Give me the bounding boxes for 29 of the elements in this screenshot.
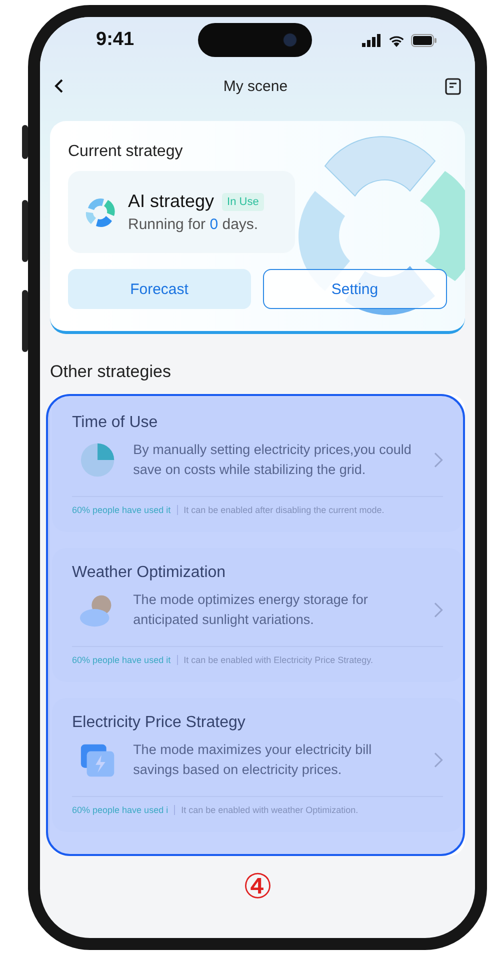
strategy-description: The mode maximizes your electricity bill savings based on electricity prices.	[133, 741, 373, 779]
strategy-name: AI strategy	[128, 191, 214, 212]
signal-icon	[362, 34, 382, 46]
strategy-description: By manually setting electricity prices,you could save on costs while stabilizing the grid.	[133, 441, 412, 479]
chevron-right-icon[interactable]	[434, 602, 443, 618]
wifi-icon	[388, 34, 405, 46]
chevron-right-icon[interactable]	[434, 752, 443, 768]
running-days-text: Running for 0 days.	[128, 216, 260, 233]
strategy-description: The mode optimizes energy storage for anticipated sunlight variations.	[133, 591, 369, 629]
usage-text: 60% people have used it	[72, 505, 171, 515]
usage-text: 60% people have used i	[72, 805, 168, 815]
section-title: Current strategy	[68, 143, 183, 161]
in-use-badge: In Use	[222, 192, 264, 210]
strategy-title: Electricity Price Strategy	[72, 714, 246, 732]
page-title: My scene	[223, 78, 288, 94]
strategy-button[interactable]: Forecast	[68, 269, 250, 309]
annotation-number: ④	[242, 868, 272, 906]
section-title: Other strategies	[50, 362, 171, 382]
availability-note: It can be enabled after disabling the current mode.	[184, 505, 384, 515]
usage-text: 60% people have used it	[72, 655, 171, 665]
document-icon[interactable]	[444, 78, 461, 94]
battery-icon	[411, 34, 437, 46]
status-time: 9:41	[96, 29, 134, 51]
availability-note: It can be enabled with Electricity Price Strategy.	[184, 655, 373, 665]
availability-note: It can be enabled with weather Optimization.	[181, 805, 358, 815]
chevron-right-icon[interactable]	[434, 452, 443, 468]
strategy-title: Weather Optimization	[72, 564, 226, 582]
strategy-title: Time of Use	[72, 414, 158, 432]
strategy-button[interactable]: Setting	[262, 269, 447, 309]
